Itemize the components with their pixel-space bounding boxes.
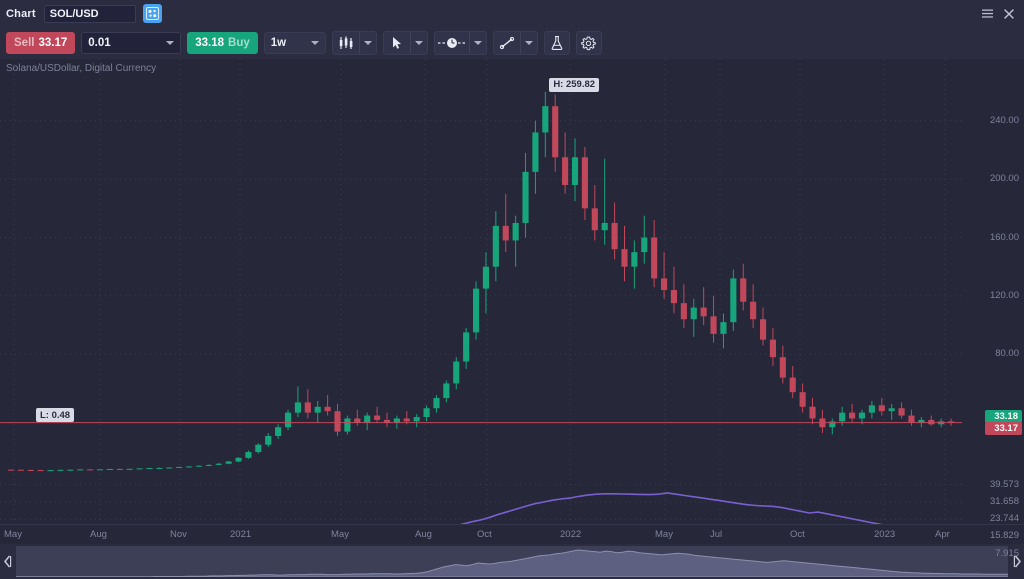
window-title-bar: Chart SOL/USD [0,0,1024,27]
chevron-down-icon [166,41,174,45]
time-axis-label: 2021 [230,529,251,540]
high-annotation: H: 259.82 [549,78,599,92]
chevron-down-icon [415,41,423,45]
settings-button[interactable] [576,31,602,55]
sell-button[interactable]: Sell 33.17 [6,32,75,54]
price-axis-label: 160.00 [990,232,1019,243]
chevron-down-icon [525,41,533,45]
trendline-tool-button[interactable] [494,32,520,54]
time-axis-label: 2023 [874,529,895,540]
candlestick-icon [338,36,354,50]
time-axis-label: May [331,529,349,540]
time-axis-label: Oct [790,529,805,540]
buy-price: 33.18 [195,37,224,49]
chevron-down-icon [364,41,372,45]
symbol-search-icon [146,7,159,20]
time-tool-dropdown[interactable] [469,32,486,54]
time-axis-label: May [655,529,673,540]
time-tool-group [434,31,487,55]
symbol-search-button[interactable] [143,4,162,23]
time-axis-label: Aug [415,529,432,540]
chart-toolbar: Sell 33.17 0.01 33.18 Buy 1w [0,27,1024,59]
menu-button[interactable] [979,5,996,22]
price-axis-label: 240.00 [990,115,1019,126]
ask-price-tag: 33.17 [985,422,1022,435]
time-axis-label: Apr [935,529,950,540]
time-axis-label: May [4,529,22,540]
buy-label: Buy [228,37,250,49]
indicators-button[interactable] [544,31,570,55]
trend-line-icon [499,36,515,50]
price-axis[interactable]: 33.18 33.17 240.00 200.00 160.00 120.00 80.0… [964,59,1024,544]
quantity-input[interactable]: 0.01 [81,32,181,54]
indicator-axis-label: 7.915 [995,548,1019,559]
time-axis-label: Jul [710,529,722,540]
time-axis-label: Oct [477,529,492,540]
quantity-value: 0.01 [88,37,110,49]
drawing-tool-dropdown[interactable] [520,32,537,54]
chart-type-button[interactable] [333,32,359,54]
price-axis-label: 200.00 [990,173,1019,184]
chevron-left-icon [3,555,12,568]
chart-type-dropdown[interactable] [359,32,376,54]
price-axis-label: 80.00 [995,348,1019,359]
sell-label: Sell [14,37,34,49]
chart-subtitle: Solana/USDollar, Digital Currency [6,63,156,74]
scroll-left-button[interactable] [0,544,14,579]
chart-canvas[interactable]: Solana/USDollar, Digital Currency H: 259… [0,59,1024,544]
time-axis-label: 2022 [560,529,581,540]
sell-price: 33.17 [38,37,67,49]
chart-type-group [332,31,377,55]
time-axis-label: Aug [90,529,107,540]
indicator-axis-label: 31.658 [990,496,1019,507]
indicator-axis-label: 15.829 [990,530,1019,541]
price-axis-label: 120.00 [990,290,1019,301]
cursor-tool-button[interactable] [384,32,410,54]
chevron-down-icon [474,41,482,45]
timeframe-value: 1w [271,37,286,49]
chart-plot [0,59,1024,544]
gear-icon [581,36,596,51]
cursor-arrow-icon [391,36,403,50]
close-button[interactable] [1000,5,1017,22]
window-controls [979,5,1024,22]
drawing-tool-group [493,31,538,55]
symbol-input-value: SOL/USD [50,6,99,22]
time-tool-button[interactable] [435,32,469,54]
chart-navigator [0,544,1024,579]
time-axis-label: Nov [170,529,187,540]
indicator-axis-label: 39.573 [990,479,1019,490]
navigator-track[interactable] [16,546,1008,577]
indicator-axis-label: 23.744 [990,513,1019,524]
navigator-overview-chart [16,546,1008,577]
flask-icon [550,35,564,51]
cursor-tool-group [383,31,428,55]
page-title: Chart [6,8,36,20]
time-marker-icon [437,36,467,50]
chevron-down-icon [311,41,319,45]
hamburger-menu-icon [981,8,994,19]
symbol-input[interactable]: SOL/USD [44,5,136,23]
buy-button[interactable]: 33.18 Buy [187,32,258,54]
low-annotation: L: 0.48 [36,408,74,422]
cursor-tool-dropdown[interactable] [410,32,427,54]
close-icon [1003,8,1015,20]
time-axis[interactable]: May Aug Nov 2021 May Aug Oct 2022 May Jul Oct 2023 A… [0,524,1024,544]
trading-chart-window: Chart SOL/USD [0,0,1024,579]
timeframe-selector[interactable]: 1w [264,32,326,54]
bid-price-tag: 33.18 [985,410,1022,423]
